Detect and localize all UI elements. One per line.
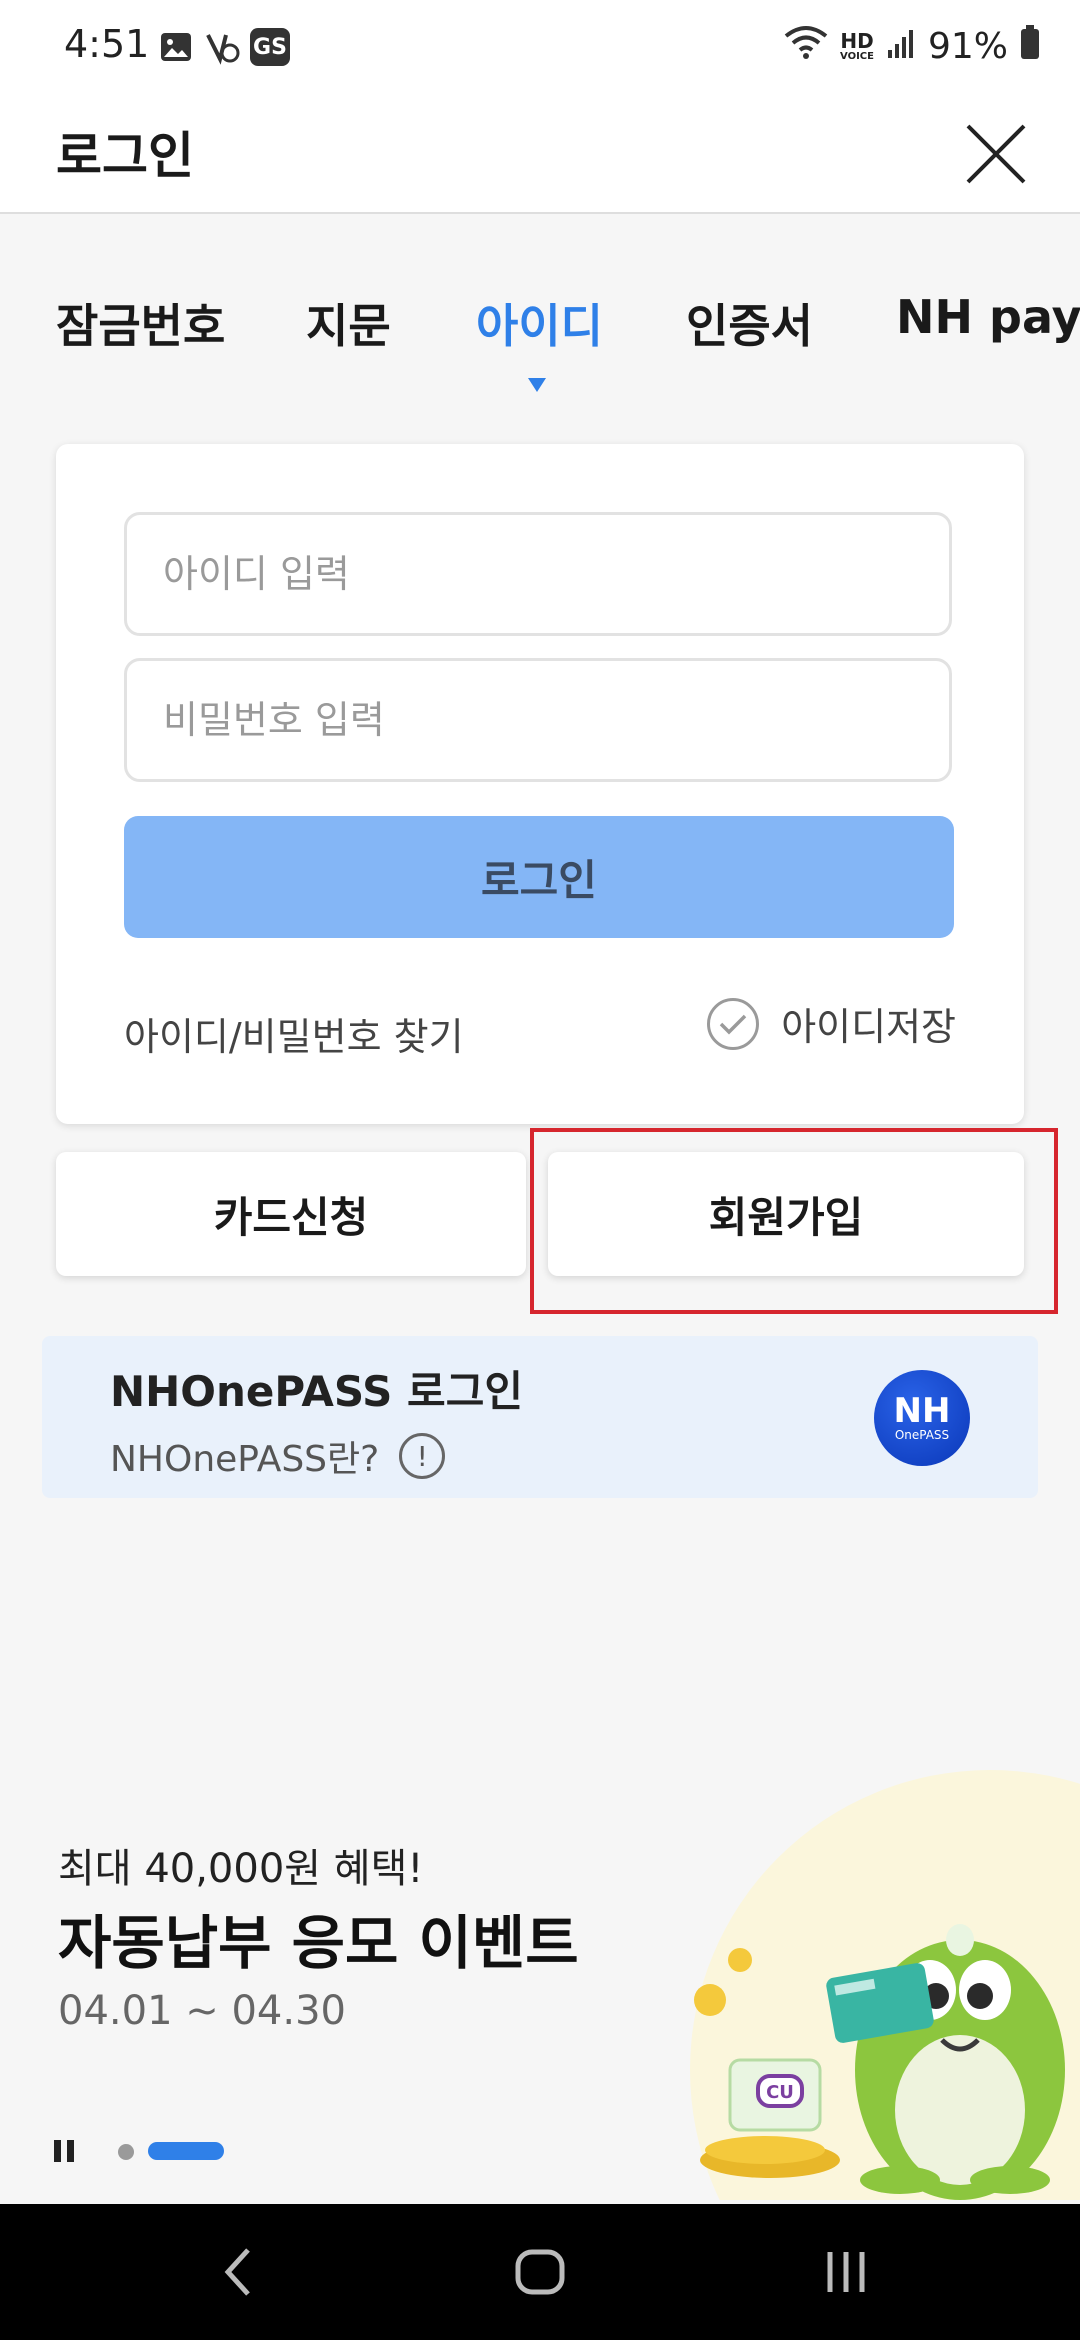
onepass-info-link[interactable]: NHOnePASS란? ! [110, 1430, 446, 1482]
onepass-login-panel[interactable]: NHOnePASS 로그인 NHOnePASS란? ! NH OnePASS [42, 1336, 1038, 1498]
card-apply-button[interactable]: 카드신청 [56, 1152, 526, 1276]
notification-icons: GS [158, 28, 290, 66]
nh-logo-sub: OnePASS [894, 1428, 950, 1442]
home-icon[interactable] [510, 2242, 570, 2302]
pause-icon[interactable] [54, 2140, 76, 2162]
signal-icon [886, 26, 916, 67]
tab-id[interactable]: 아이디 [476, 290, 603, 356]
save-id-toggle[interactable]: 아이디저장 [707, 996, 956, 1051]
hd-voice-icon: HD VOICE [840, 28, 874, 62]
image-icon [158, 29, 194, 65]
nh-onepass-logo: NH OnePASS [874, 1370, 970, 1466]
wifi-icon [784, 24, 828, 69]
highlight-box [530, 1128, 1058, 1314]
status-bar: 4:51 GS HD VOICE 91% [0, 0, 1080, 96]
recents-icon[interactable] [816, 2242, 876, 2302]
tab-certificate[interactable]: 인증서 [686, 290, 813, 356]
mascot-illustration: CU [690, 1770, 1080, 2200]
close-icon[interactable] [956, 114, 1036, 194]
tab-lock-number[interactable]: 잠금번호 [56, 290, 225, 356]
id-input[interactable] [124, 512, 952, 636]
page-title: 로그인 [56, 127, 194, 185]
gs-app-icon: GS [250, 28, 290, 66]
battery-text: 91% [927, 26, 1008, 67]
login-method-tabs: 잠금번호 지문 아이디 인증서 NH pay [0, 290, 1080, 392]
tab-fingerprint[interactable]: 지문 [306, 290, 391, 356]
tab-nh-pay[interactable]: NH pay [896, 290, 1080, 344]
sync-icon [204, 29, 240, 65]
login-button[interactable]: 로그인 [124, 816, 954, 938]
battery-icon [1020, 25, 1040, 68]
banner-subtitle: 최대 40,000원 혜택! [58, 1846, 424, 1892]
cu-label: CU [766, 2082, 794, 2103]
find-id-password-link[interactable]: 아이디/비밀번호 찾기 [124, 1006, 464, 1061]
back-icon[interactable] [210, 2242, 270, 2302]
onepass-title[interactable]: NHOnePASS 로그인 [110, 1358, 523, 1419]
banner-date: 04.01 ~ 04.30 [58, 1988, 346, 2034]
save-id-label: 아이디저장 [781, 1005, 956, 1049]
nh-logo-text: NH [893, 1391, 951, 1431]
active-tab-caret-icon [528, 378, 546, 392]
status-time: 4:51 [64, 22, 150, 66]
info-icon[interactable]: ! [399, 1433, 446, 1479]
event-banner[interactable]: 최대 40,000원 혜택! 자동납부 응모 이벤트 04.01 ~ 04.30… [0, 1660, 1080, 2200]
carousel-dot[interactable] [118, 2144, 134, 2160]
login-card: 로그인 아이디/비밀번호 찾기 아이디저장 [56, 444, 1024, 1124]
carousel-dot-active[interactable] [148, 2142, 224, 2160]
status-right: HD VOICE 91% [784, 24, 1040, 69]
system-nav-bar [0, 2204, 1080, 2340]
check-icon[interactable] [707, 997, 760, 1050]
app-bar: 로그인 [0, 96, 1080, 214]
banner-title: 자동납부 응모 이벤트 [58, 1909, 579, 1977]
cu-badge: CU [756, 2074, 804, 2108]
password-input[interactable] [124, 658, 952, 782]
card-apply-label: 카드신청 [213, 1192, 369, 1242]
onepass-subtitle: NHOnePASS란? [110, 1439, 380, 1480]
